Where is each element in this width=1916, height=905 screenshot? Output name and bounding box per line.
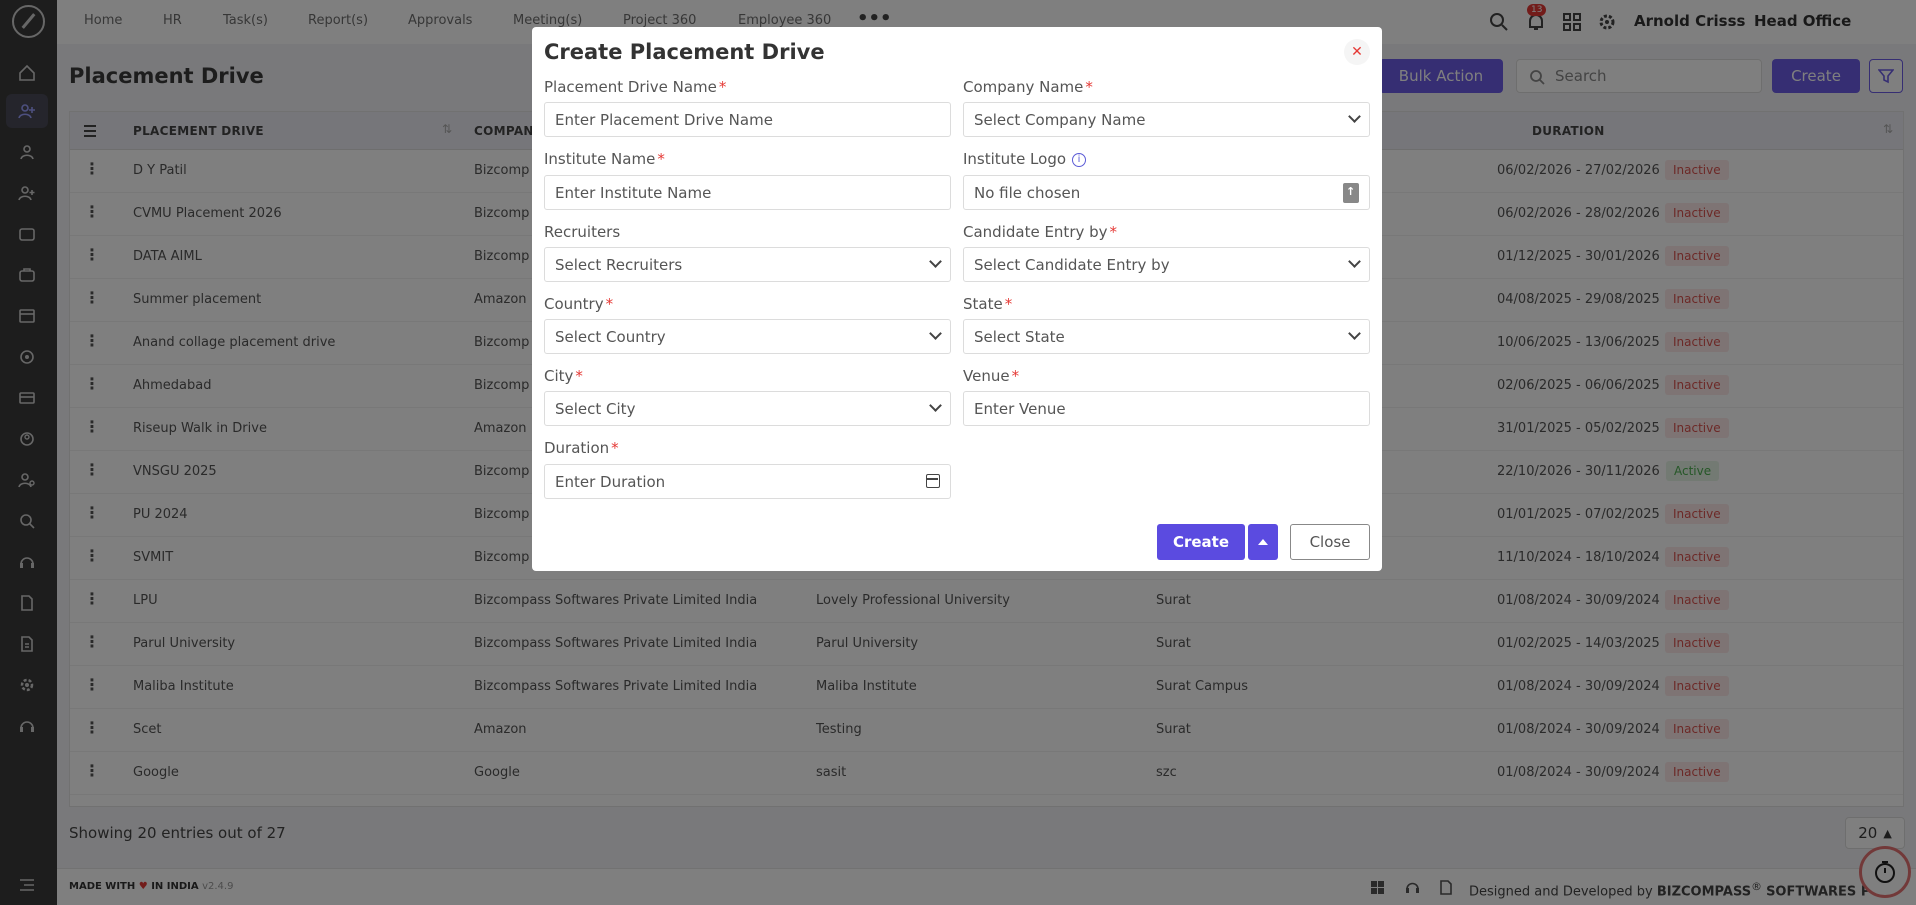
close-icon[interactable]: ✕ <box>1344 39 1370 65</box>
create-submit-button[interactable]: Create <box>1157 524 1245 560</box>
calendar-icon[interactable] <box>926 474 940 488</box>
create-options-toggle[interactable] <box>1248 524 1278 560</box>
upload-file-icon <box>1343 183 1359 203</box>
duration-input[interactable]: Enter Duration <box>544 464 951 499</box>
duration-label: Duration * <box>544 439 619 457</box>
close-button[interactable]: Close <box>1290 524 1370 560</box>
company-name-label: Company Name * <box>963 78 1093 96</box>
recruiters-label: Recruiters <box>544 223 621 241</box>
institute-name-input[interactable]: Enter Institute Name <box>544 175 951 210</box>
info-icon[interactable]: i <box>1072 152 1087 167</box>
country-select[interactable]: Select Country <box>544 319 951 354</box>
company-name-select[interactable]: Select Company Name <box>963 102 1370 137</box>
chevron-down-icon <box>1348 255 1361 268</box>
venue-input[interactable]: Enter Venue <box>963 391 1370 426</box>
chevron-down-icon <box>929 399 942 412</box>
create-placement-drive-modal: Create Placement Drive ✕ Placement Drive… <box>532 27 1382 571</box>
chevron-down-icon <box>1348 110 1361 123</box>
city-label: City * <box>544 367 583 385</box>
institute-name-label: Institute Name * <box>544 150 665 168</box>
state-select[interactable]: Select State <box>963 319 1370 354</box>
institute-logo-label: Institute Logo i <box>963 150 1087 168</box>
drive-name-label: Placement Drive Name * <box>544 78 727 96</box>
chevron-down-icon <box>1348 327 1361 340</box>
candidate-entry-label: Candidate Entry by * <box>963 223 1118 241</box>
chevron-down-icon <box>929 327 942 340</box>
candidate-entry-select[interactable]: Select Candidate Entry by <box>963 247 1370 282</box>
institute-logo-file-input[interactable]: No file chosen <box>963 175 1370 210</box>
state-label: State * <box>963 295 1013 313</box>
city-select[interactable]: Select City <box>544 391 951 426</box>
recruiters-select[interactable]: Select Recruiters <box>544 247 951 282</box>
country-label: Country * <box>544 295 614 313</box>
drive-name-input[interactable]: Enter Placement Drive Name <box>544 102 951 137</box>
venue-label: Venue * <box>963 367 1020 385</box>
modal-title: Create Placement Drive <box>544 40 825 64</box>
chevron-down-icon <box>929 255 942 268</box>
